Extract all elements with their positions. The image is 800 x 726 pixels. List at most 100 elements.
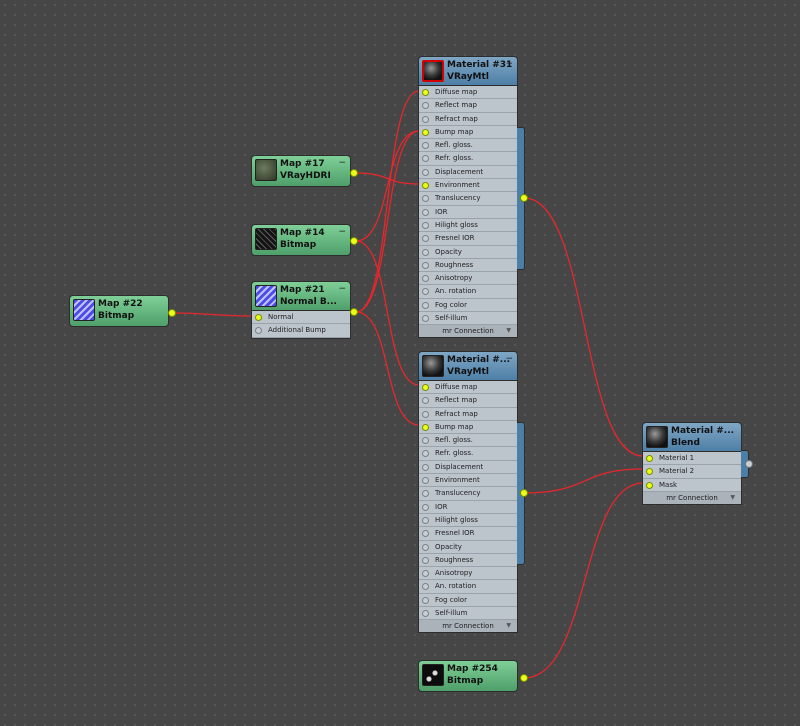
slot-refract-map[interactable]: Refract map (419, 113, 517, 126)
minimize-icon[interactable]: − (505, 354, 513, 364)
map-22-output-socket[interactable] (168, 309, 176, 317)
map-254-output-socket[interactable] (520, 674, 528, 682)
material-2-output-socket[interactable] (520, 489, 528, 497)
slot-opacity[interactable]: Opacity (419, 246, 517, 259)
slot-self-illum[interactable]: Self-illum (419, 607, 517, 621)
slot-anisotropy[interactable]: Anisotropy (419, 567, 517, 581)
material-31-header[interactable]: Material #31 VRayMtl − (418, 56, 518, 86)
map-21-header[interactable]: Map #21 Normal B... − (251, 281, 351, 311)
slot-reflect-map[interactable]: Reflect map (419, 394, 517, 408)
slot-material-2[interactable]: Material 2 (643, 465, 741, 479)
input-socket-icon[interactable] (646, 468, 653, 476)
input-socket-icon[interactable] (422, 503, 429, 511)
expand-arrow-icon[interactable]: ▼ (730, 492, 735, 504)
input-socket-icon[interactable] (422, 570, 429, 578)
slot-fog-color[interactable]: Fog color (419, 594, 517, 608)
input-socket-icon[interactable] (422, 410, 429, 418)
map-17-output-socket[interactable] (350, 169, 358, 177)
input-socket-icon[interactable] (422, 155, 429, 163)
map-17-header[interactable]: Map #17 VRayHDRI − (251, 155, 351, 187)
material-31-output-socket[interactable] (520, 194, 528, 202)
slot-fog-color[interactable]: Fog color (419, 299, 517, 313)
input-socket-icon[interactable] (422, 275, 429, 283)
input-socket-icon[interactable] (422, 235, 429, 243)
expand-arrow-icon[interactable]: ▼ (506, 620, 511, 632)
slot-diffuse-map[interactable]: Diffuse map (419, 381, 517, 395)
slot-an-rotation[interactable]: An. rotation (419, 580, 517, 594)
map-254-node[interactable]: Map #254 Bitmap (418, 660, 518, 692)
slot-opacity[interactable]: Opacity (419, 541, 517, 554)
slot-bump-map[interactable]: Bump map (419, 421, 517, 435)
slot-translucency[interactable]: Translucency (419, 192, 517, 206)
slot-reflect-map[interactable]: Reflect map (419, 99, 517, 113)
slot-fresnel-ior[interactable]: Fresnel IOR (419, 527, 517, 541)
input-socket-icon[interactable] (422, 463, 429, 471)
slot-fresnel-ior[interactable]: Fresnel IOR (419, 232, 517, 246)
slot-hilight-gloss[interactable]: Hilight gloss (419, 514, 517, 528)
input-socket-icon[interactable] (422, 301, 429, 309)
slot-normal[interactable]: Normal (252, 311, 350, 325)
input-socket-icon[interactable] (422, 450, 429, 458)
map-14-header[interactable]: Map #14 Bitmap − (251, 224, 351, 256)
input-socket-icon[interactable] (422, 516, 429, 524)
input-socket-icon[interactable] (422, 128, 429, 136)
input-socket-icon[interactable] (422, 384, 429, 391)
slot-an-rotation[interactable]: An. rotation (419, 285, 517, 299)
slot-translucency[interactable]: Translucency (419, 487, 517, 501)
mr-connection-rollout[interactable]: mr Connection ▼ (419, 325, 517, 338)
slot-roughness[interactable]: Roughness (419, 554, 517, 568)
slot-environment[interactable]: Environment (419, 179, 517, 193)
material-31-node[interactable]: Material #31 VRayMtl − Diffuse map Refle… (418, 56, 518, 339)
expand-arrow-icon[interactable]: ▼ (506, 325, 511, 337)
blend-header[interactable]: Material #... Blend (642, 422, 742, 452)
input-socket-icon[interactable] (422, 195, 429, 203)
input-socket-icon[interactable] (422, 556, 429, 564)
map-14-output-socket[interactable] (350, 237, 358, 245)
input-socket-icon[interactable] (422, 490, 429, 498)
minimize-icon[interactable]: − (338, 227, 346, 237)
slot-refr-gloss[interactable]: Refr. gloss. (419, 152, 517, 166)
slot-anisotropy[interactable]: Anisotropy (419, 272, 517, 286)
input-socket-icon[interactable] (422, 221, 429, 229)
slot-ior[interactable]: IOR (419, 501, 517, 514)
material-2-header[interactable]: Material #... VRayMtl − (418, 351, 518, 381)
input-socket-icon[interactable] (422, 437, 429, 445)
slot-mask[interactable]: Mask (643, 479, 741, 492)
minimize-icon[interactable]: − (505, 59, 513, 69)
slot-additional-bump[interactable]: Additional Bump (252, 324, 350, 338)
slot-self-illum[interactable]: Self-illum (419, 312, 517, 326)
input-socket-icon[interactable] (422, 543, 429, 551)
slot-displacement[interactable]: Displacement (419, 461, 517, 475)
map-17-node[interactable]: Map #17 VRayHDRI − (251, 155, 351, 187)
slot-refract-map[interactable]: Refract map (419, 408, 517, 421)
blend-output-socket[interactable] (745, 460, 753, 468)
input-socket-icon[interactable] (255, 327, 262, 335)
material-2-node[interactable]: Material #... VRayMtl − Diffuse map Refl… (418, 351, 518, 634)
input-socket-icon[interactable] (422, 261, 429, 269)
input-socket-icon[interactable] (646, 481, 653, 489)
input-socket-icon[interactable] (422, 423, 429, 431)
input-socket-icon[interactable] (422, 208, 429, 216)
slot-refr-gloss[interactable]: Refr. gloss. (419, 447, 517, 461)
map-22-node[interactable]: Map #22 Bitmap (69, 295, 169, 327)
slot-hilight-gloss[interactable]: Hilight gloss (419, 219, 517, 233)
input-socket-icon[interactable] (422, 596, 429, 604)
input-socket-icon[interactable] (422, 397, 429, 405)
input-socket-icon[interactable] (422, 115, 429, 123)
slot-displacement[interactable]: Displacement (419, 166, 517, 180)
slot-ior[interactable]: IOR (419, 206, 517, 219)
input-socket-icon[interactable] (422, 142, 429, 150)
map-254-header[interactable]: Map #254 Bitmap (418, 660, 518, 692)
slot-environment[interactable]: Environment (419, 474, 517, 488)
minimize-icon[interactable]: − (338, 284, 346, 294)
input-socket-icon[interactable] (422, 288, 429, 296)
slot-diffuse-map[interactable]: Diffuse map (419, 86, 517, 100)
slot-roughness[interactable]: Roughness (419, 259, 517, 273)
map-22-header[interactable]: Map #22 Bitmap (69, 295, 169, 327)
input-socket-icon[interactable] (422, 610, 429, 618)
map-14-node[interactable]: Map #14 Bitmap − (251, 224, 351, 256)
input-socket-icon[interactable] (422, 583, 429, 591)
slot-refl-gloss[interactable]: Refl. gloss. (419, 434, 517, 448)
slot-refl-gloss[interactable]: Refl. gloss. (419, 139, 517, 153)
input-socket-icon[interactable] (422, 89, 429, 96)
